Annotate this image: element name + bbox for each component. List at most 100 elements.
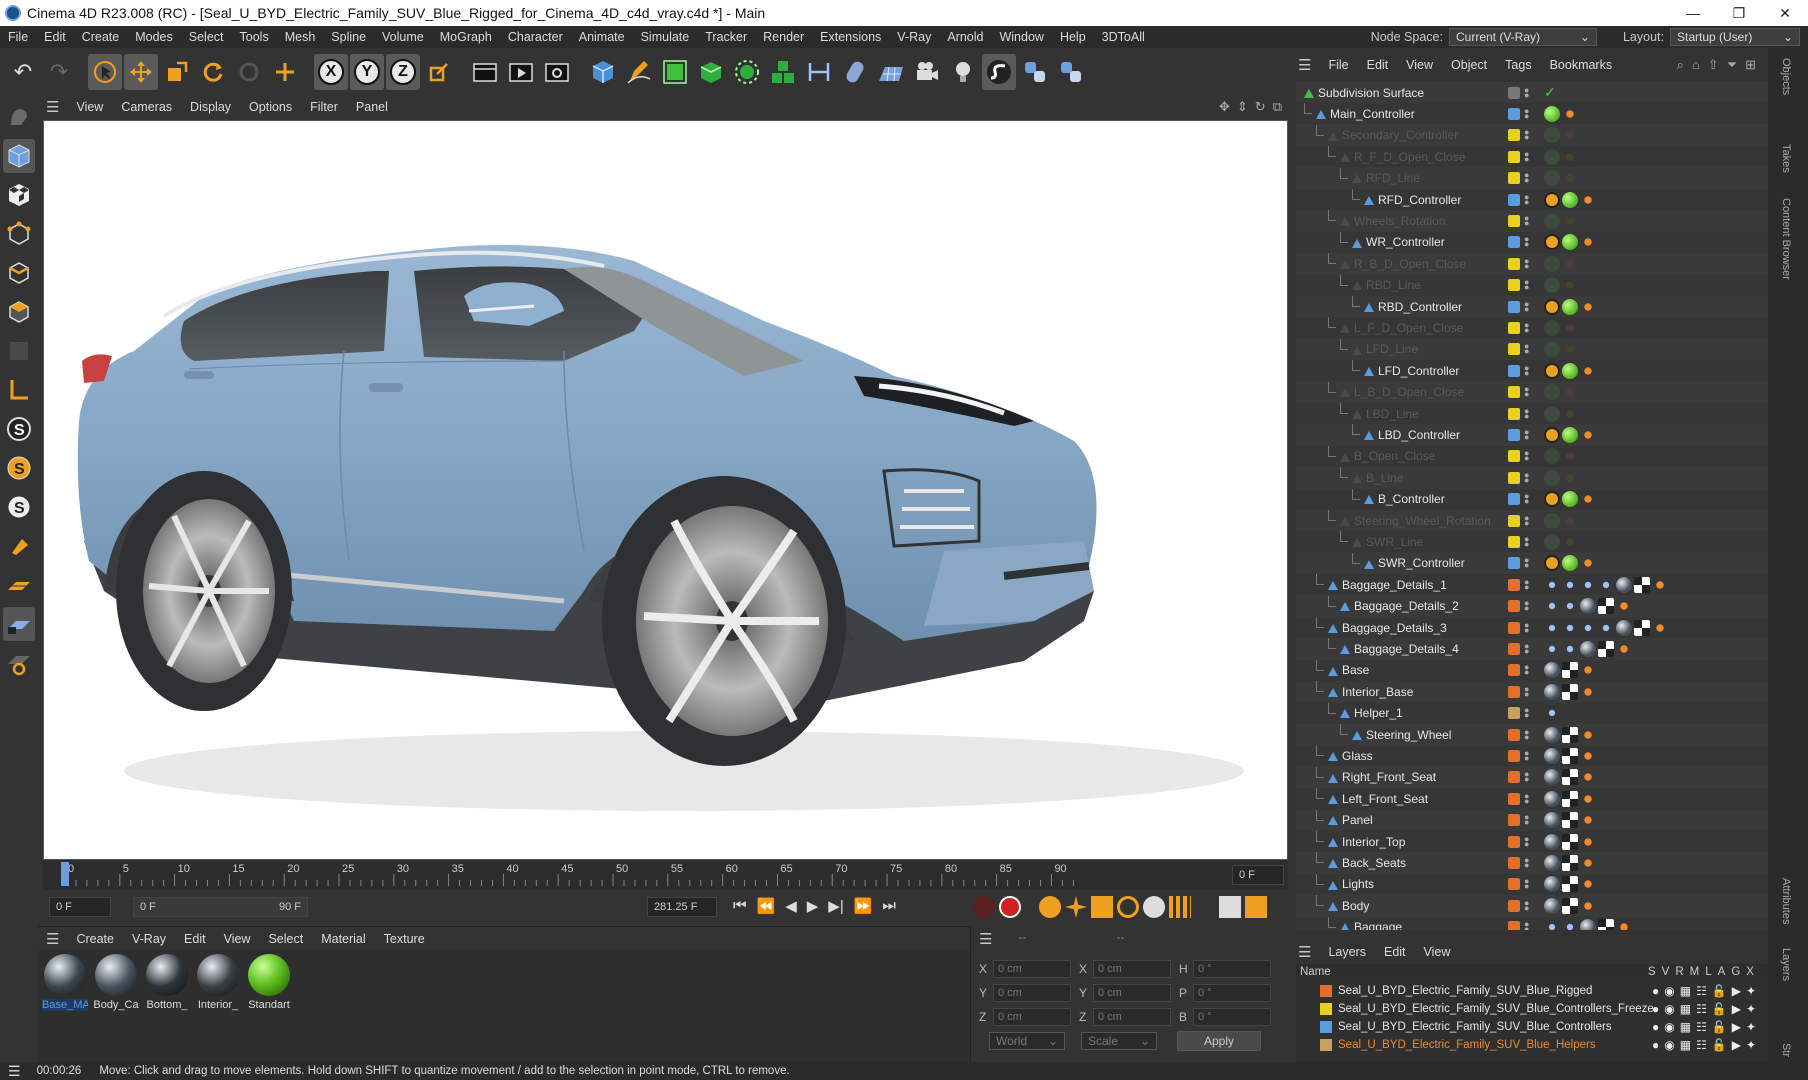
play-icon[interactable]: ▶ [807,897,819,915]
display-tag-icon[interactable] [1562,191,1578,208]
visibility-dots-icon[interactable]: ● ● [1524,748,1529,762]
selection-tag-icon[interactable] [1562,598,1578,615]
lock-icon[interactable] [1508,150,1520,163]
current-frame-field[interactable]: 0 F [1232,865,1284,885]
layer-menu-layers[interactable]: Layers [1319,945,1375,959]
phong-tag-icon[interactable] [1544,726,1560,743]
visibility-dots-icon[interactable]: ● ● [1524,877,1529,891]
xpresso-tag-icon[interactable] [1562,212,1578,229]
object-row[interactable]: LBD_Controller ● ● [1296,424,1768,445]
phong-tag-icon[interactable] [1544,790,1560,807]
vray-tag-icon[interactable] [1580,833,1596,850]
display-tag-icon[interactable] [1544,212,1560,229]
visibility-dots-icon[interactable]: ● ● [1524,342,1529,356]
visibility-dots-icon[interactable]: ● ● [1524,213,1529,227]
phong-tag-icon[interactable] [1544,812,1560,829]
animation-icon[interactable]: ▶ [1732,1038,1741,1052]
layer-color-swatch[interactable] [1508,835,1520,848]
visibility-dots-icon[interactable]: ● ● [1524,898,1529,912]
viewport-menu-cameras[interactable]: Cameras [112,100,181,114]
object-menu-object[interactable]: Object [1442,58,1496,72]
extrude-button[interactable] [694,54,728,90]
object-row[interactable]: Lights ● ● [1296,873,1768,895]
subdivision-button[interactable] [658,54,692,90]
animation-icon[interactable]: ▶ [1732,984,1741,998]
object-menu-edit[interactable]: Edit [1358,58,1398,72]
visibility-dots-icon[interactable]: ● ● [1524,599,1529,613]
material-menu-edit[interactable]: Edit [175,932,215,946]
visibility-dots-icon[interactable]: ● ● [1524,684,1529,698]
display-tag-icon[interactable] [1544,512,1560,529]
check-icon[interactable]: ✓ [1544,85,1560,101]
menu-volume[interactable]: Volume [374,30,432,44]
object-row[interactable]: Left_Front_Seat ● ● [1296,788,1768,810]
x-axis-lock-button[interactable]: X [314,54,348,90]
lock-icon[interactable]: 🔓 [1712,1002,1727,1016]
layer-color-swatch[interactable] [1508,771,1520,784]
side-tab-takes[interactable]: Takes [1780,144,1792,173]
object-row[interactable]: Panel ● ● [1296,809,1768,831]
display-tag-icon[interactable] [1544,148,1560,165]
tweak-mode-button[interactable] [3,529,35,563]
display-tag-icon[interactable] [1562,362,1578,379]
hamburger-icon[interactable]: ☰ [38,930,67,948]
hamburger-icon[interactable]: ☰ [979,930,992,948]
layer-color-swatch[interactable] [1508,236,1520,249]
object-menu-tags[interactable]: Tags [1496,58,1540,72]
phong-tag-icon[interactable] [1580,919,1596,930]
material-swatch[interactable]: Bottom_ [144,954,190,1011]
autokey-icon[interactable] [999,896,1021,918]
z-axis-lock-button[interactable]: Z [386,54,420,90]
object-row[interactable]: SWR_Controller ● ● [1296,552,1768,574]
object-row[interactable]: SWR_Line ● ● [1296,531,1768,553]
timeline-ruler[interactable]: 0 5 10 15 20 25 30 35 40 45 50 55 60 65 70 75 80 85 90 0 F [43,860,1288,890]
xpresso-tag-icon[interactable] [1562,127,1578,144]
side-tab-content-browser[interactable]: Content Browser [1780,198,1792,280]
selection-tag-icon[interactable] [1544,598,1560,615]
display-tag-icon[interactable] [1562,491,1578,508]
display-tag-icon[interactable] [1562,234,1578,251]
vray-tag-icon[interactable] [1652,619,1668,636]
key-pla-icon[interactable] [1169,896,1191,918]
display-tag-icon[interactable] [1544,533,1560,550]
rotate-tool-button[interactable] [196,54,230,90]
protection-tag-icon[interactable] [1544,362,1560,379]
coord-value-field[interactable]: 0 cm [1093,960,1171,978]
add-tool-button[interactable] [268,54,302,90]
animation-icon[interactable]: ▶ [1732,1002,1741,1016]
phong-tag-icon[interactable] [1544,769,1560,786]
material-menu-create[interactable]: Create [67,932,123,946]
display-tag-icon[interactable] [1544,319,1560,336]
texture-mode-button[interactable] [3,178,35,212]
visibility-dots-icon[interactable]: ● ● [1524,149,1529,163]
goto-start-icon[interactable]: ⏮ [733,897,747,915]
visibility-dots-icon[interactable]: ● ● [1524,406,1529,420]
side-tab-layers[interactable]: Layers [1780,948,1792,981]
viewport-move-icon[interactable]: ⇕ [1237,99,1248,115]
visibility-dots-icon[interactable]: ● ● [1524,385,1529,399]
coordinate-mode-dropdown[interactable]: World ⌄ [989,1032,1065,1050]
recent-tool-button[interactable] [232,54,266,90]
menu-file[interactable]: File [0,30,36,44]
layer-color-swatch[interactable] [1508,749,1520,762]
vray-tag-icon[interactable] [1580,812,1596,829]
lock-icon[interactable] [1508,129,1520,142]
solo-icon[interactable]: ● [1652,984,1659,998]
display-tag-icon[interactable] [1544,405,1560,422]
viewport-menu-view[interactable]: View [67,100,112,114]
xpresso-tag-icon[interactable] [1562,105,1578,122]
eye-icon[interactable]: ◉ [1664,1002,1674,1016]
menu-tracker[interactable]: Tracker [697,30,755,44]
protection-tag-icon[interactable] [1544,298,1560,315]
material-tag-icon[interactable] [1562,683,1578,700]
layer-color-swatch[interactable] [1508,728,1520,741]
polygons-mode-button[interactable] [3,295,35,329]
material-swatch[interactable]: Base_MA [42,954,88,1011]
select-tool-button[interactable] [88,54,122,90]
layer-color-swatch[interactable] [1508,856,1520,869]
prev-key-icon[interactable]: ⏪ [757,897,776,915]
selection-tag-icon[interactable] [1562,619,1578,636]
display-tag-icon[interactable] [1544,384,1560,401]
vray-tag-icon[interactable] [1580,854,1596,871]
visibility-dots-icon[interactable]: ● ● [1524,363,1529,377]
